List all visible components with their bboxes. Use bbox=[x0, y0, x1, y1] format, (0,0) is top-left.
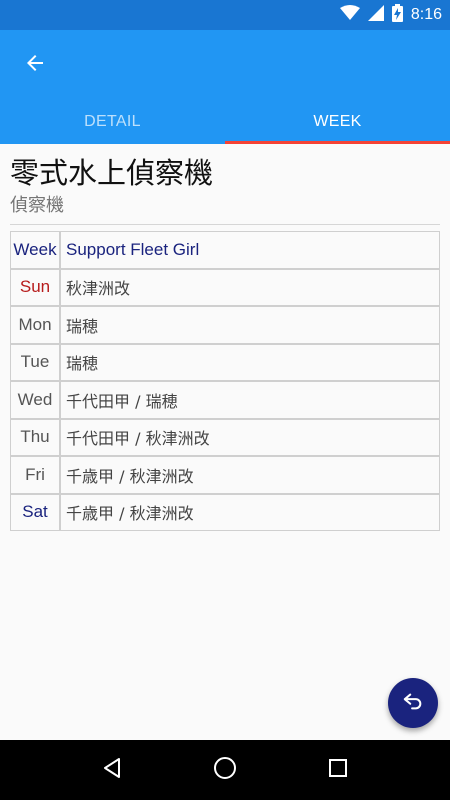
nav-home-button[interactable] bbox=[200, 745, 250, 795]
row-girl: 瑞穂 bbox=[60, 306, 440, 344]
battery-charging-icon bbox=[391, 3, 403, 27]
app-bar bbox=[0, 30, 450, 100]
row-day: Fri bbox=[10, 456, 60, 494]
row-day: Sat bbox=[10, 493, 60, 531]
tab-detail[interactable]: DETAIL bbox=[0, 100, 225, 144]
row-girl: 秋津洲改 bbox=[60, 268, 440, 306]
tab-week[interactable]: WEEK bbox=[225, 100, 450, 144]
content: 零式水上偵察機 偵察機 Week Support Fleet Girl Sun … bbox=[10, 144, 440, 531]
item-name: 零式水上偵察機 bbox=[10, 156, 214, 190]
nav-recents-button[interactable] bbox=[313, 745, 363, 795]
header-support-fleet-girl: Support Fleet Girl bbox=[60, 231, 440, 269]
nav-back-button[interactable] bbox=[87, 745, 137, 795]
week-table: Week Support Fleet Girl Sun 秋津洲改 Mon 瑞穂 … bbox=[10, 231, 440, 531]
row-girl: 千歳甲 / 秋津洲改 bbox=[60, 456, 440, 494]
row-girl: 瑞穂 bbox=[60, 343, 440, 381]
row-girl: 千代田甲 / 瑞穂 bbox=[60, 381, 440, 419]
row-girl: 千代田甲 / 秋津洲改 bbox=[60, 418, 440, 456]
nav-home-icon bbox=[213, 756, 237, 785]
row-day: Sun bbox=[10, 268, 60, 306]
undo-fab-button[interactable] bbox=[388, 678, 438, 728]
tab-detail-label: DETAIL bbox=[84, 113, 141, 130]
undo-icon bbox=[402, 690, 424, 717]
tab-bar: DETAIL WEEK bbox=[0, 100, 450, 144]
nav-recents-icon bbox=[328, 758, 348, 783]
nav-back-icon bbox=[101, 757, 123, 784]
table-row: Sat 千歳甲 / 秋津洲改 bbox=[10, 493, 440, 531]
wifi-icon bbox=[339, 4, 360, 26]
divider bbox=[10, 224, 440, 225]
status-icons: 8:16 bbox=[339, 0, 442, 30]
row-day: Tue bbox=[10, 343, 60, 381]
item-type: 偵察機 bbox=[10, 195, 64, 216]
tab-week-label: WEEK bbox=[313, 113, 362, 130]
status-bar: 8:16 bbox=[0, 0, 450, 30]
table-row: Mon 瑞穂 bbox=[10, 306, 440, 344]
header-week: Week bbox=[10, 231, 60, 269]
back-button[interactable] bbox=[14, 44, 56, 86]
table-row: Sun 秋津洲改 bbox=[10, 268, 440, 306]
table-row: Fri 千歳甲 / 秋津洲改 bbox=[10, 456, 440, 494]
row-day: Thu bbox=[10, 418, 60, 456]
arrow-back-icon bbox=[23, 51, 47, 80]
table-row: Thu 千代田甲 / 秋津洲改 bbox=[10, 418, 440, 456]
table-row: Tue 瑞穂 bbox=[10, 343, 440, 381]
navigation-bar bbox=[0, 740, 450, 800]
status-time: 8:16 bbox=[410, 6, 442, 23]
signal-icon bbox=[367, 4, 384, 26]
row-girl: 千歳甲 / 秋津洲改 bbox=[60, 493, 440, 531]
row-day: Wed bbox=[10, 381, 60, 419]
table-row: Wed 千代田甲 / 瑞穂 bbox=[10, 381, 440, 419]
row-day: Mon bbox=[10, 306, 60, 344]
table-header-row: Week Support Fleet Girl bbox=[10, 231, 440, 269]
